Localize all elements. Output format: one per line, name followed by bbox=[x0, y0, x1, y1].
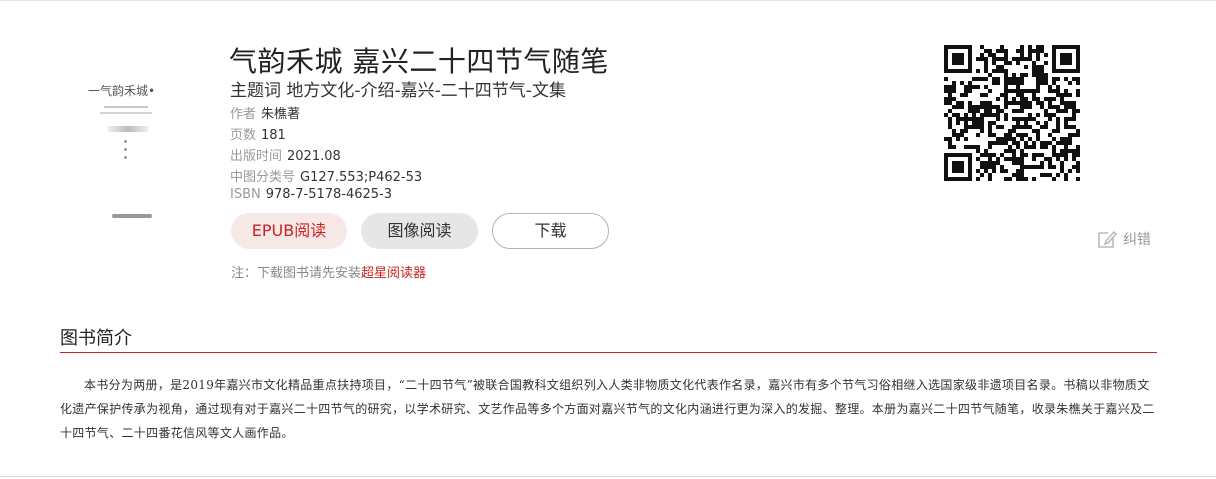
meta-key: 作者 bbox=[230, 107, 257, 122]
qr-code-icon bbox=[944, 45, 1080, 181]
cover-author-mark bbox=[124, 148, 127, 151]
cover-publisher-mark bbox=[112, 214, 152, 218]
book-subject: 主题词 地方文化-介绍-嘉兴-二十四节气-文集 bbox=[230, 81, 566, 101]
meta-value: 2021.08 bbox=[287, 149, 341, 164]
image-read-button[interactable]: 图像阅读 bbox=[361, 213, 478, 249]
cover-subtitle-line bbox=[104, 106, 148, 108]
book-description: 本书分为两册，是2019年嘉兴市文化精品重点扶持项目，“二十四节气”被联合国教科… bbox=[60, 378, 1155, 440]
cover-subtitle-line bbox=[100, 112, 152, 114]
meta-author: 作者 朱樵著 bbox=[230, 103, 300, 122]
meta-pages: 页数 181 bbox=[230, 124, 286, 143]
section-title: 图书简介 bbox=[60, 328, 132, 349]
edit-icon bbox=[1098, 230, 1117, 248]
cover-author-mark bbox=[124, 140, 127, 143]
note-text: 注：下载图书请先安装 bbox=[231, 266, 362, 281]
bottom-border bbox=[0, 476, 1216, 477]
correction-label: 纠错 bbox=[1123, 232, 1151, 248]
reader-link[interactable]: 超星阅读器 bbox=[361, 266, 426, 281]
epub-read-button[interactable]: EPUB阅读 bbox=[231, 213, 347, 249]
top-border bbox=[0, 0, 1216, 1]
meta-value: 978-7-5178-4625-3 bbox=[265, 187, 393, 202]
cover-title: 一气韵禾城• bbox=[88, 84, 156, 98]
download-note: 注：下载图书请先安装超星阅读器 bbox=[231, 262, 426, 281]
meta-value: G127.553;P462-53 bbox=[300, 170, 423, 185]
meta-key: ISBN bbox=[230, 187, 261, 202]
meta-key: 页数 bbox=[230, 128, 257, 143]
cover-author-mark bbox=[124, 156, 127, 159]
meta-publish-date: 出版时间 2021.08 bbox=[230, 145, 341, 164]
meta-isbn: ISBN 978-7-5178-4625-3 bbox=[230, 187, 392, 202]
meta-value: 181 bbox=[261, 128, 286, 143]
book-cover[interactable]: 一气韵禾城• bbox=[82, 68, 178, 228]
correction-button[interactable]: 纠错 bbox=[1097, 229, 1151, 249]
meta-classification: 中图分类号 G127.553;P462-53 bbox=[230, 166, 422, 185]
book-title: 气韵禾城 嘉兴二十四节气随笔 bbox=[229, 45, 609, 78]
meta-value: 朱樵著 bbox=[261, 107, 301, 122]
meta-key: 出版时间 bbox=[230, 149, 283, 164]
download-button[interactable]: 下载 bbox=[492, 213, 609, 249]
section-divider bbox=[60, 352, 1157, 353]
meta-key: 中图分类号 bbox=[230, 170, 296, 185]
cover-illustration bbox=[108, 126, 148, 132]
